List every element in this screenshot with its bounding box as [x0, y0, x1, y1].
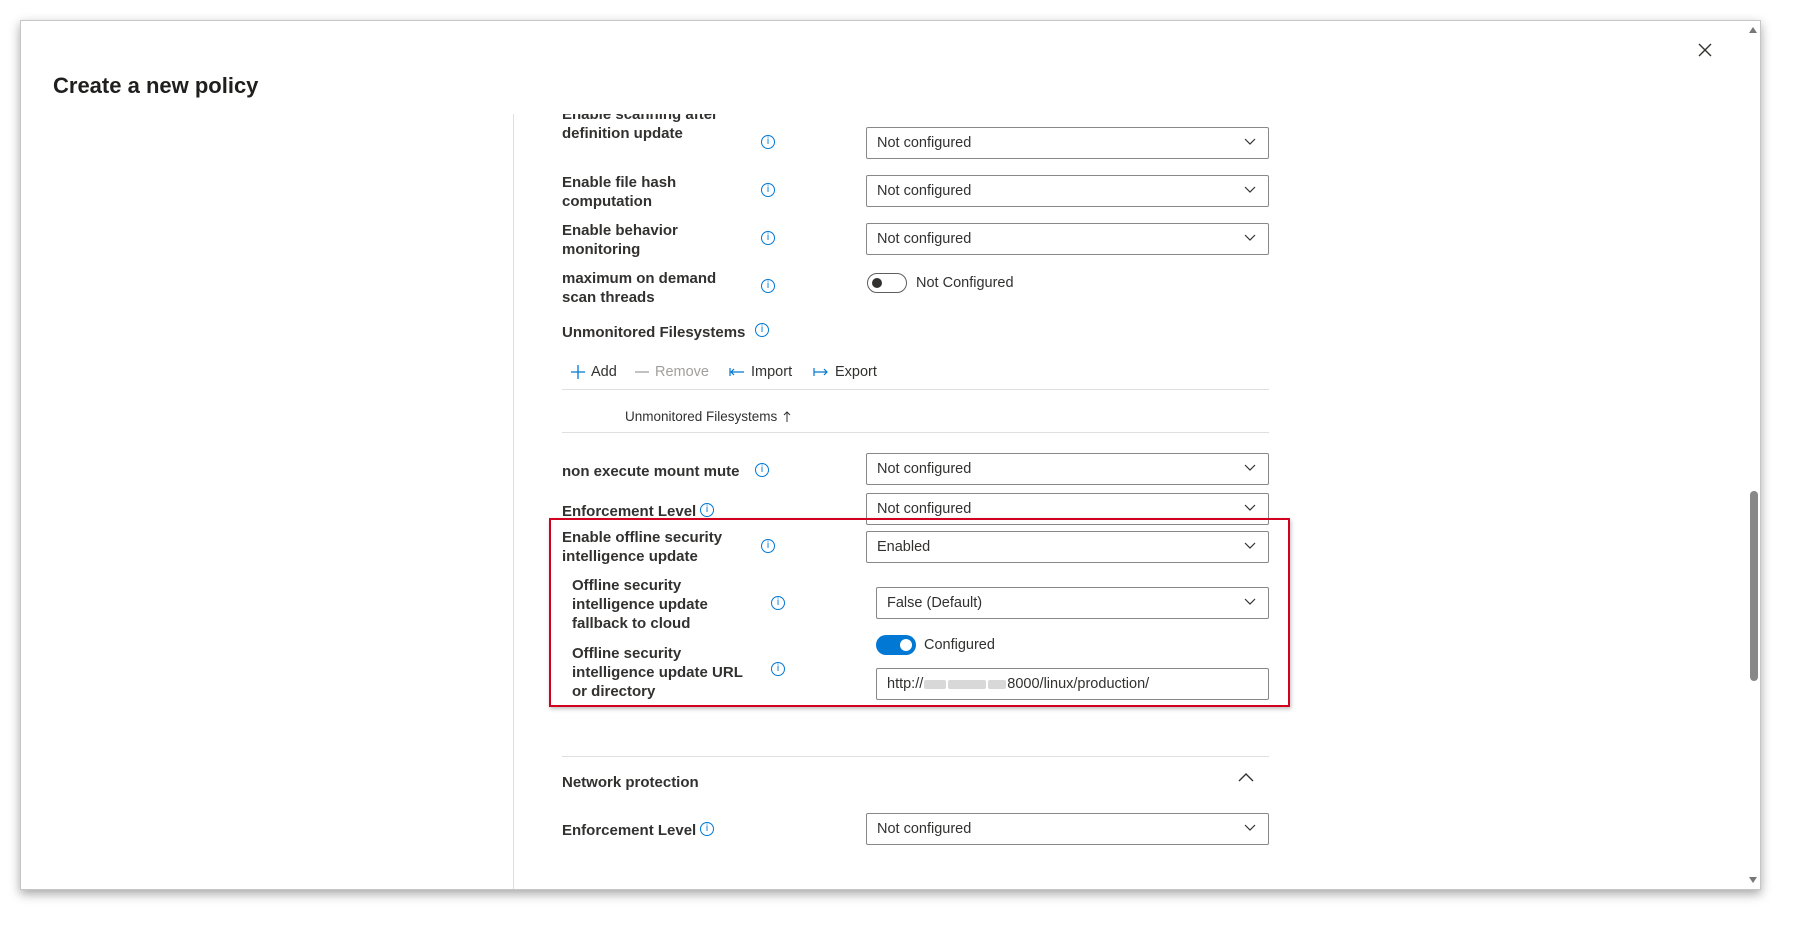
info-icon[interactable]: i: [755, 463, 769, 477]
setting-label-max-threads: maximum on demand scan threads: [562, 270, 717, 306]
info-icon[interactable]: i: [761, 135, 775, 149]
remove-button[interactable]: Remove: [635, 364, 709, 380]
scroll-up-icon[interactable]: [1749, 27, 1757, 33]
scrollbar-thumb[interactable]: [1750, 491, 1758, 681]
column-header-label: Unmonitored Filesystems: [625, 409, 778, 424]
max-threads-toggle[interactable]: [867, 273, 907, 293]
dropdown-value: Not configured: [877, 135, 972, 151]
url-suffix: 8000/linux/production/: [1007, 676, 1150, 692]
dropdown-value: Not configured: [877, 183, 972, 199]
scan-after-update-dropdown[interactable]: Not configured: [866, 127, 1269, 159]
import-label: Import: [751, 364, 793, 380]
redacted-text: [948, 679, 987, 689]
setting-label-behavior-monitoring: Enable behavior monitoring: [562, 222, 678, 258]
info-icon[interactable]: i: [761, 183, 775, 197]
sort-ascending-icon: [783, 410, 791, 422]
chevron-down-icon: [1244, 504, 1256, 511]
dropdown-value: False (Default): [887, 595, 983, 611]
export-button[interactable]: Export: [813, 364, 877, 380]
dropdown-value: Not configured: [877, 461, 972, 477]
info-icon[interactable]: i: [761, 231, 775, 245]
info-icon[interactable]: i: [761, 279, 775, 293]
export-label: Export: [835, 364, 877, 380]
chevron-down-icon: [1244, 138, 1256, 145]
setting-label-file-hash: Enable file hash computation: [562, 174, 677, 210]
offline-fallback-dropdown[interactable]: False (Default): [876, 587, 1269, 619]
column-header-unmonitored[interactable]: Unmonitored Filesystems: [625, 409, 791, 424]
vertical-scrollbar[interactable]: [1746, 21, 1760, 889]
chevron-down-icon: [1244, 824, 1256, 831]
setting-label-unmonitored-filesystems: Unmonitored Filesystems: [562, 324, 746, 341]
non-exec-mount-dropdown[interactable]: Not configured: [866, 453, 1269, 485]
behavior-monitoring-dropdown[interactable]: Not configured: [866, 223, 1269, 255]
file-hash-dropdown[interactable]: Not configured: [866, 175, 1269, 207]
url-prefix: http://: [887, 676, 924, 692]
scroll-down-icon[interactable]: [1749, 877, 1757, 883]
setting-label-offline-fallback: Offline security intelligence update fal…: [572, 577, 708, 632]
redacted-text: [924, 679, 947, 689]
setting-label-non-exec-mount: non execute mount mute: [562, 463, 740, 480]
toggle-label: Not Configured: [916, 275, 1014, 291]
info-icon[interactable]: i: [755, 323, 769, 337]
info-icon[interactable]: i: [761, 539, 775, 553]
np-enforcement-level-dropdown[interactable]: Not configured: [866, 813, 1269, 845]
section-divider: [562, 756, 1269, 757]
table-divider-bottom: [562, 432, 1269, 433]
settings-form: Enable scanning after definition update …: [21, 21, 1760, 889]
offline-url-input[interactable]: http:// 8000/linux/production/: [876, 668, 1269, 700]
chevron-down-icon: [1244, 186, 1256, 193]
redacted-text: [988, 679, 1007, 689]
info-icon[interactable]: i: [700, 822, 714, 836]
dropdown-value: Not configured: [877, 231, 972, 247]
chevron-down-icon: [1244, 542, 1256, 549]
section-title-network-protection: Network protection: [562, 774, 699, 791]
dropdown-value: Not configured: [877, 501, 972, 517]
import-icon: [729, 368, 744, 376]
remove-label: Remove: [655, 364, 709, 380]
table-divider-top: [562, 389, 1269, 390]
toggle-label: Configured: [924, 637, 995, 653]
offline-update-dropdown[interactable]: Enabled: [866, 531, 1269, 563]
minus-icon: [635, 371, 649, 373]
setting-label-offline-url: Offline security intelligence update URL…: [572, 645, 743, 700]
info-icon[interactable]: i: [771, 662, 785, 676]
info-icon[interactable]: i: [700, 503, 714, 517]
export-icon: [813, 368, 828, 376]
setting-label-np-enforcement-level: Enforcement Level: [562, 822, 697, 839]
add-label: Add: [591, 364, 617, 380]
chevron-down-icon: [1244, 464, 1256, 471]
info-icon[interactable]: i: [771, 596, 785, 610]
add-button[interactable]: Add: [571, 364, 617, 380]
chevron-up-icon: [1238, 773, 1254, 782]
import-button[interactable]: Import: [729, 364, 792, 380]
offline-url-toggle[interactable]: [876, 635, 916, 655]
setting-label-offline-update: Enable offline security intelligence upd…: [562, 529, 723, 565]
plus-icon: [571, 365, 585, 379]
collapse-section-button[interactable]: [1238, 769, 1258, 785]
chevron-down-icon: [1244, 234, 1256, 241]
setting-label-scan-after-update: Enable scanning after definition update: [562, 106, 718, 142]
dropdown-value: Not configured: [877, 821, 972, 837]
chevron-down-icon: [1244, 598, 1256, 605]
create-policy-dialog: Create a new policy Enable scanning afte…: [20, 20, 1761, 890]
dropdown-value: Enabled: [877, 539, 931, 555]
